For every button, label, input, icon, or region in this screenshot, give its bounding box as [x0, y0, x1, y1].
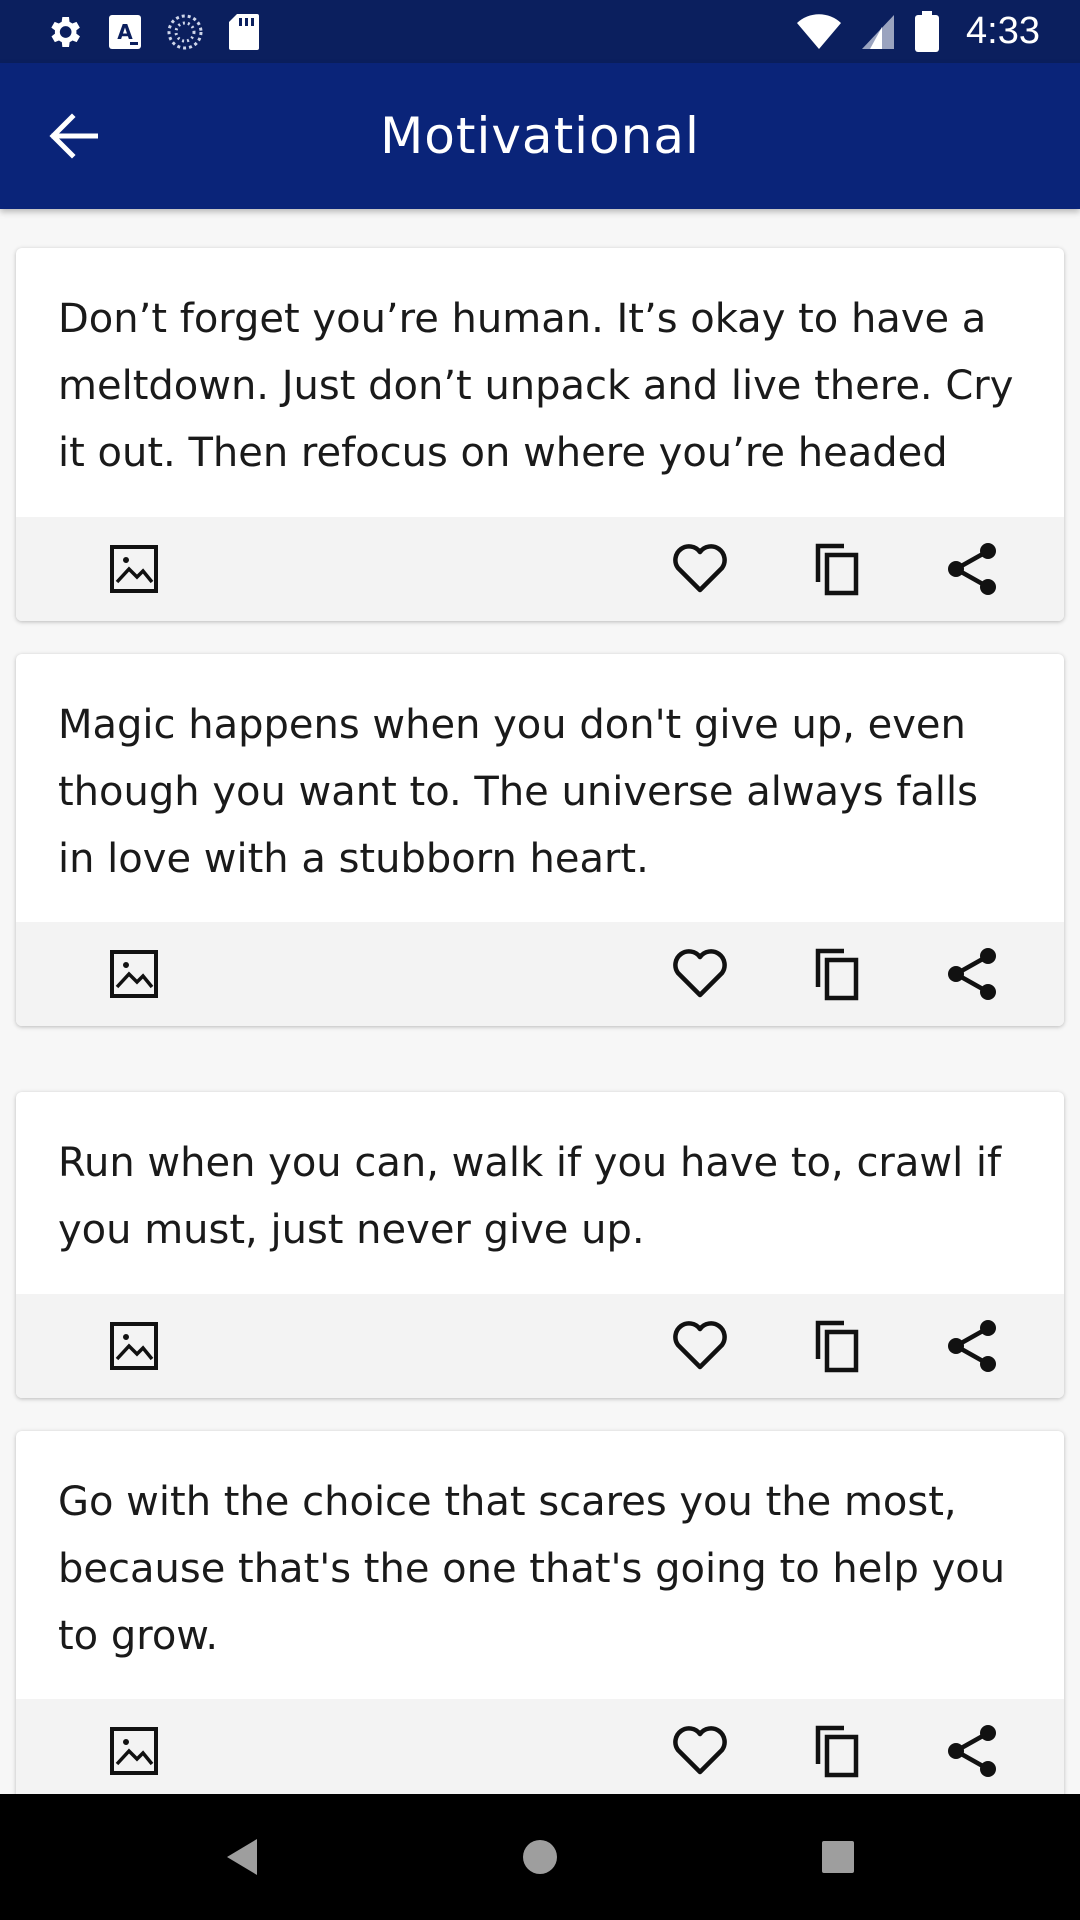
share-button[interactable] — [938, 940, 1006, 1008]
battery-icon — [914, 10, 940, 53]
accessibility-app-icon: A — [108, 14, 142, 50]
navigation-bar — [0, 1794, 1080, 1920]
favorite-button[interactable] — [666, 535, 734, 603]
heart-icon — [673, 949, 727, 998]
page-title: Motivational — [380, 107, 700, 165]
copy-icon — [815, 948, 859, 1001]
favorite-button[interactable] — [666, 1312, 734, 1380]
nav-home-button[interactable] — [505, 1822, 575, 1892]
share-button[interactable] — [938, 1717, 1006, 1785]
image-button[interactable] — [100, 1312, 168, 1380]
status-time: 4:33 — [966, 10, 1040, 52]
settings-icon — [44, 12, 84, 52]
quote-text: Go with the choice that scares you the m… — [58, 1479, 1006, 1659]
quote-list[interactable]: Don’t forget you’re human. It’s okay to … — [0, 209, 1080, 1794]
copy-button[interactable] — [803, 1717, 871, 1785]
nav-recents-button[interactable] — [803, 1822, 873, 1892]
quote-card: Magic happens when you don't give up, ev… — [16, 654, 1064, 1026]
image-button[interactable] — [100, 535, 168, 603]
copy-button[interactable] — [803, 535, 871, 603]
copy-button[interactable] — [803, 1312, 871, 1380]
wifi-icon — [796, 13, 842, 51]
quote-card: Don’t forget you’re human. It’s okay to … — [16, 248, 1064, 621]
cell-signal-icon — [860, 13, 896, 51]
heart-icon — [673, 1321, 727, 1370]
quote-card: Run when you can, walk if you have to, c… — [16, 1092, 1064, 1398]
back-triangle-icon — [227, 1839, 257, 1875]
recents-square-icon — [822, 1841, 854, 1873]
image-button[interactable] — [100, 940, 168, 1008]
card-actions — [16, 922, 1064, 1026]
favorite-button[interactable] — [666, 1717, 734, 1785]
heart-icon — [673, 544, 727, 593]
quote-text: Don’t forget you’re human. It’s okay to … — [58, 296, 1014, 476]
card-actions — [16, 1699, 1064, 1794]
card-actions — [16, 1294, 1064, 1398]
image-button[interactable] — [100, 1717, 168, 1785]
copy-icon — [815, 1725, 859, 1778]
quote-text: Magic happens when you don't give up, ev… — [58, 702, 978, 882]
image-icon — [110, 545, 158, 593]
share-icon — [948, 948, 996, 1000]
share-icon — [948, 543, 996, 595]
card-actions — [16, 517, 1064, 621]
status-bar: A 4:33 — [0, 0, 1080, 63]
sync-icon — [166, 13, 204, 51]
image-icon — [110, 1322, 158, 1370]
nav-back-button[interactable] — [206, 1822, 276, 1892]
share-button[interactable] — [938, 535, 1006, 603]
svg-text:A: A — [117, 20, 133, 44]
home-circle-icon — [523, 1840, 557, 1874]
favorite-button[interactable] — [666, 940, 734, 1008]
image-icon — [110, 1727, 158, 1775]
sd-card-icon — [228, 13, 260, 51]
quote-text: Run when you can, walk if you have to, c… — [58, 1140, 1002, 1253]
copy-icon — [815, 543, 859, 596]
copy-button[interactable] — [803, 940, 871, 1008]
share-button[interactable] — [938, 1312, 1006, 1380]
share-icon — [948, 1725, 996, 1777]
copy-icon — [815, 1320, 859, 1373]
heart-icon — [673, 1726, 727, 1775]
share-icon — [948, 1320, 996, 1372]
app-bar: Motivational — [0, 63, 1080, 209]
image-icon — [110, 950, 158, 998]
quote-card: Go with the choice that scares you the m… — [16, 1431, 1064, 1794]
